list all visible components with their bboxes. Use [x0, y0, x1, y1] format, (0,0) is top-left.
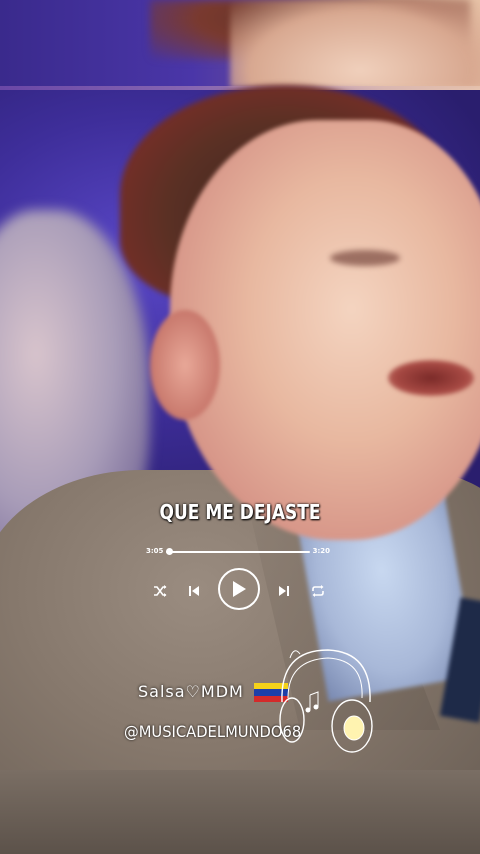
progress-knob[interactable] — [165, 548, 173, 555]
previous-icon[interactable] — [184, 581, 204, 601]
next-icon[interactable] — [274, 581, 294, 601]
headphones-icon — [279, 649, 373, 753]
play-icon — [233, 581, 246, 597]
duration-time: 3:20 — [312, 547, 330, 555]
progress-bar[interactable]: 3:05 3:20 — [146, 545, 330, 559]
player-controls — [146, 568, 330, 614]
credit-line: Salsa♡MDM — [138, 682, 288, 703]
credit-title: Salsa♡MDM — [138, 682, 244, 701]
progress-track[interactable] — [166, 551, 310, 553]
suit-bottom — [0, 770, 480, 854]
singer-eye — [330, 250, 400, 266]
repeat-icon[interactable] — [308, 581, 328, 601]
shuffle-icon[interactable] — [150, 581, 170, 601]
elapsed-time: 3:05 — [146, 547, 164, 555]
singer-mouth — [388, 360, 474, 396]
lyric-line: QUE ME DEJASTE — [159, 500, 321, 524]
top-frame-face — [230, 0, 480, 88]
singer-face — [170, 120, 480, 540]
singer-ear — [150, 310, 220, 420]
play-button[interactable] — [218, 568, 260, 610]
